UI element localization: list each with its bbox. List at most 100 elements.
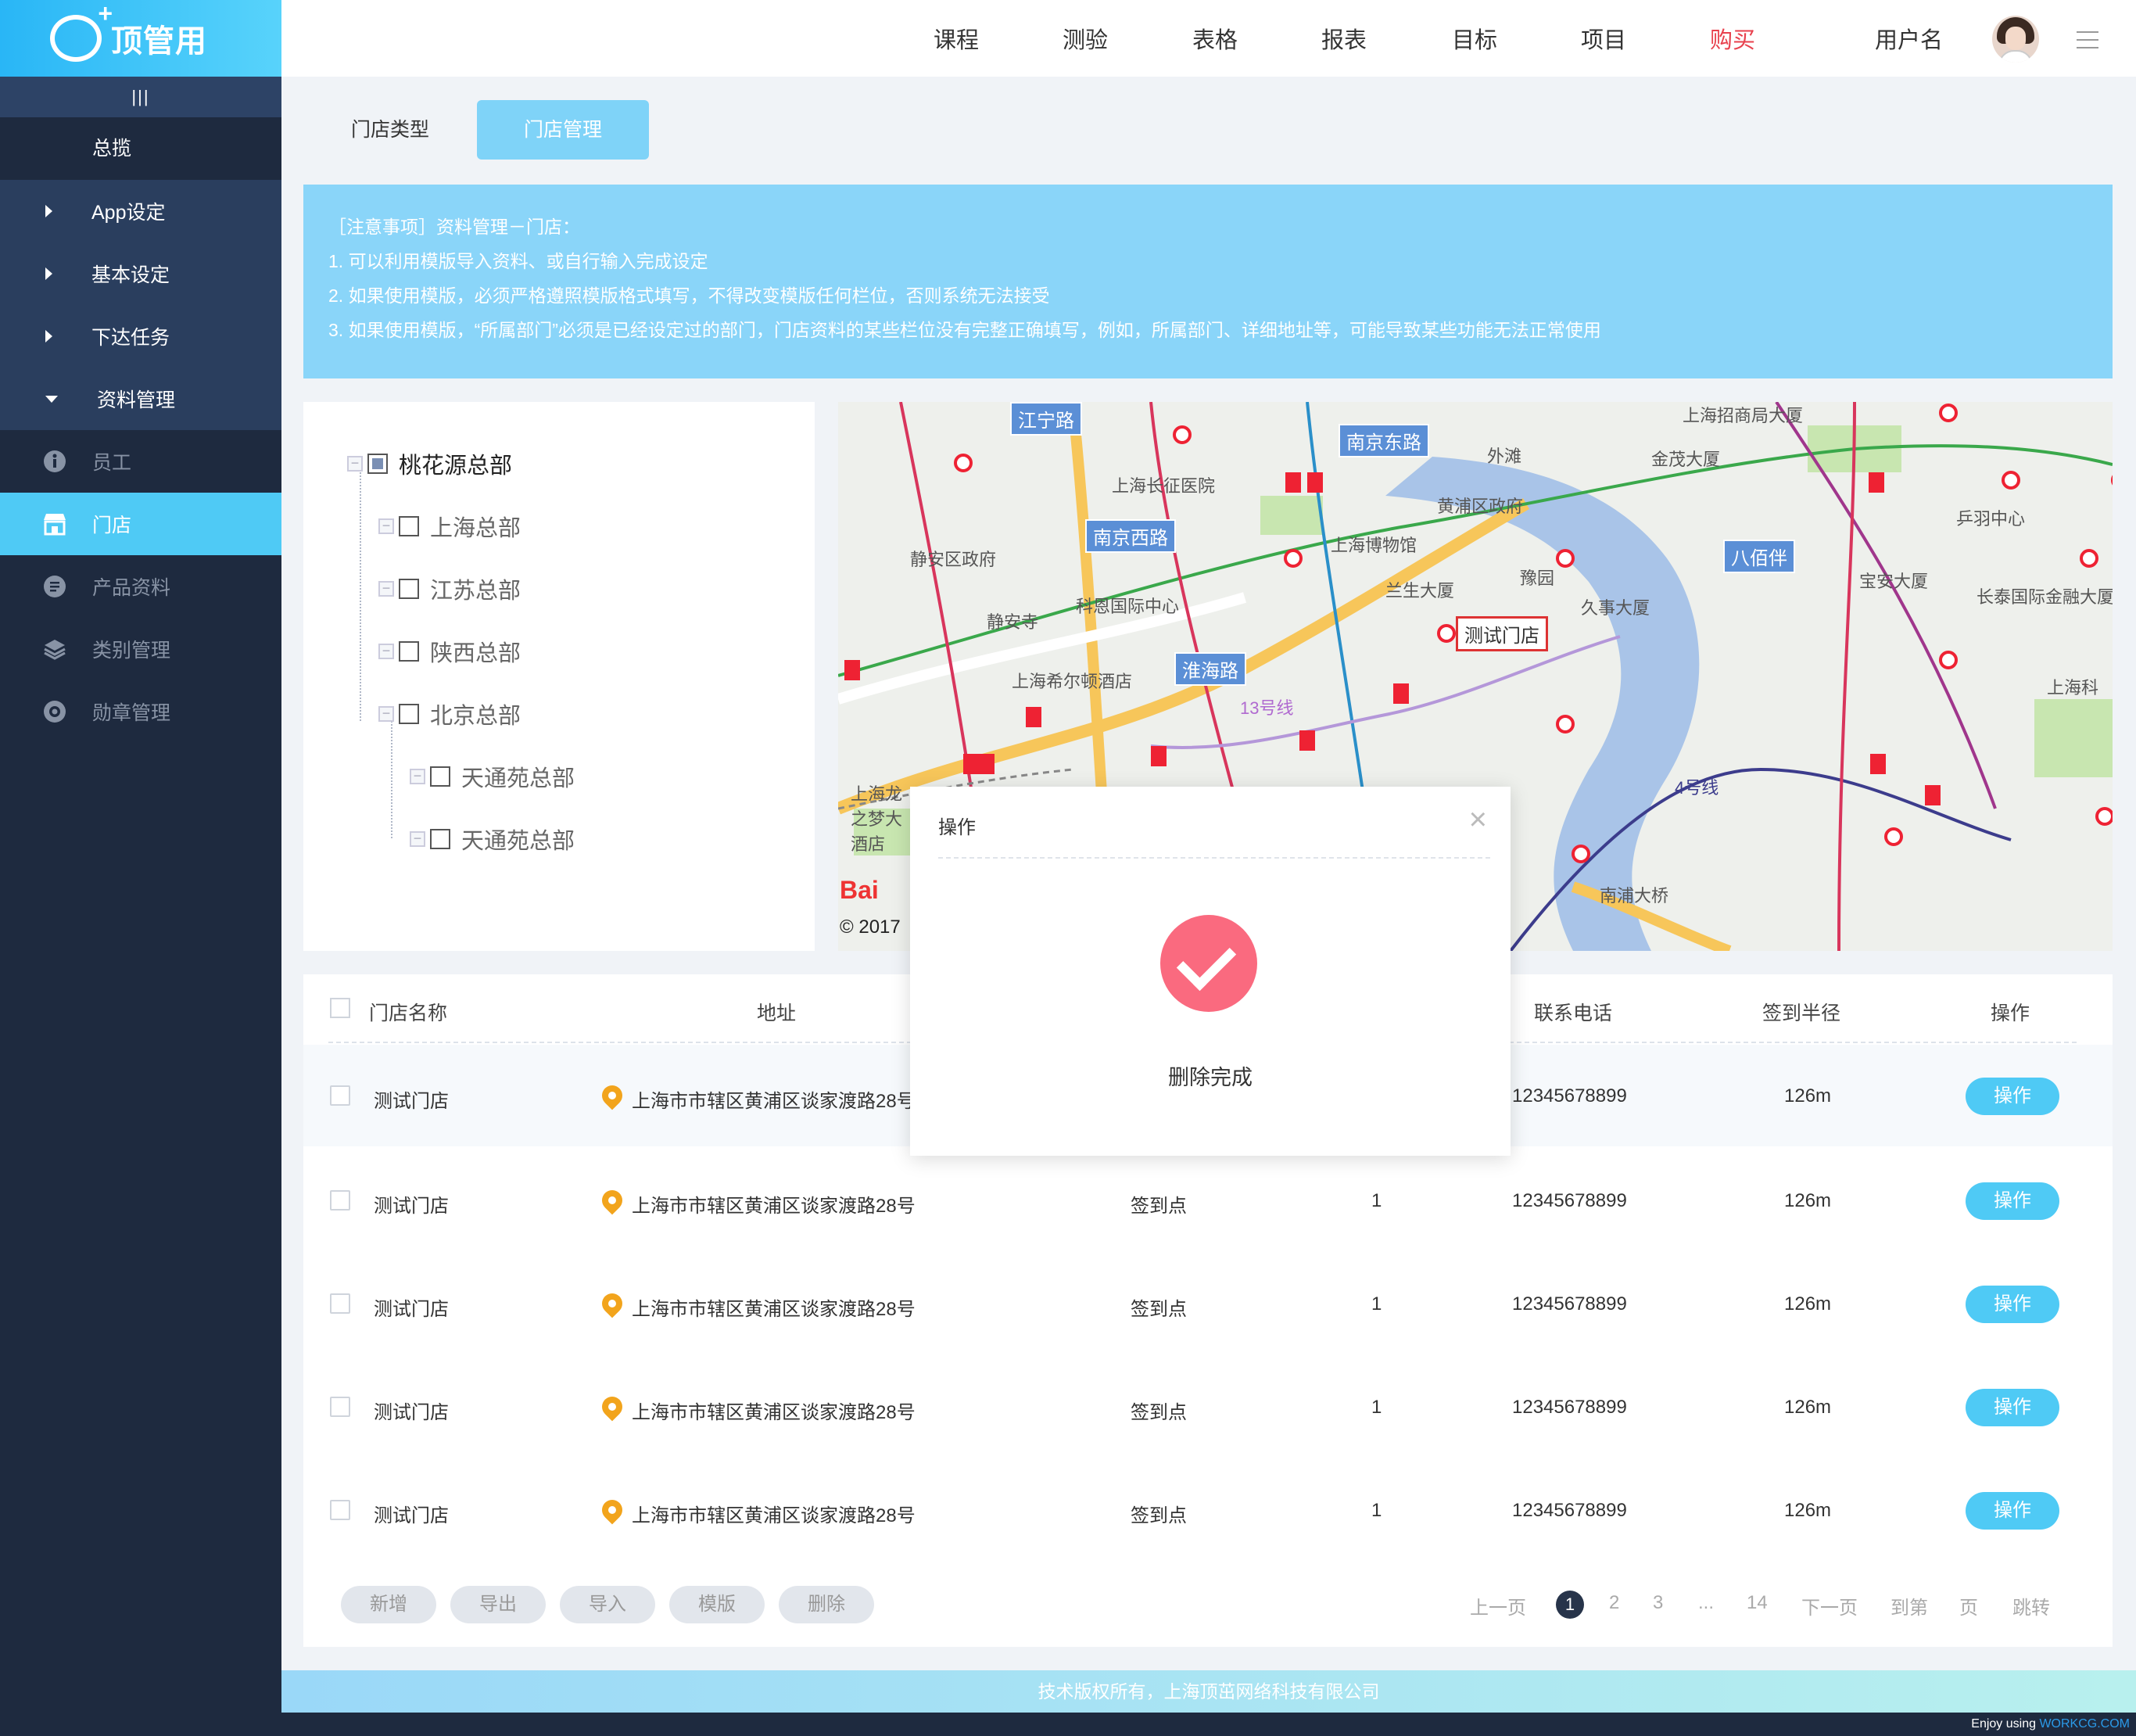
select-all-checkbox[interactable] <box>330 998 350 1018</box>
sidebar-item-label: 员工 <box>92 452 132 474</box>
tab-store-type[interactable]: 门店类型 <box>324 100 457 160</box>
logo[interactable]: 顶管用 <box>0 0 281 77</box>
tree-connector <box>391 721 392 838</box>
row-checkbox[interactable] <box>330 1085 350 1106</box>
sidebar-item-categories[interactable]: 类别管理 <box>0 618 281 680</box>
sidebar-item-staff[interactable]: 员工 <box>0 430 281 493</box>
department-tree <box>303 402 815 951</box>
import-button[interactable]: 导入 <box>560 1586 655 1623</box>
row-checkbox[interactable] <box>330 1293 350 1314</box>
pagination-ellipsis: ... <box>1698 1592 1715 1613</box>
pagination-page-unit: 页 <box>1959 1598 1978 1619</box>
table-row[interactable] <box>303 1459 2113 1561</box>
tree-node[interactable]: − 江苏总部 <box>378 572 521 605</box>
pagination-jump-button[interactable]: 跳转 <box>2012 1592 2050 1619</box>
tree-checkbox[interactable] <box>399 641 419 662</box>
map-station-label: 江宁路 <box>1010 402 1082 436</box>
nav-quizzes[interactable]: 测验 <box>1063 0 1108 77</box>
sidebar-item-label: 勋章管理 <box>92 702 171 724</box>
sidebar-collapse-toggle[interactable]: ||| <box>0 77 281 117</box>
sidebar-item-store[interactable]: 门店 <box>0 493 281 555</box>
sidebar-item-overview[interactable]: 总揽 <box>0 117 281 180</box>
pagination-page[interactable]: 2 <box>1609 1592 1619 1614</box>
table-row[interactable] <box>303 1253 2113 1354</box>
collapse-icon[interactable]: − <box>378 706 394 722</box>
collapse-icon[interactable]: − <box>378 581 394 597</box>
nav-courses[interactable]: 课程 <box>934 0 979 77</box>
collapse-icon[interactable]: − <box>410 831 425 847</box>
pagination-page[interactable]: 3 <box>1653 1592 1663 1614</box>
template-button[interactable]: 模版 <box>669 1586 765 1623</box>
collapse-icon[interactable]: − <box>347 456 363 472</box>
sidebar-group-data-management[interactable]: 资料管理 <box>0 368 281 430</box>
pagination-next[interactable]: 下一页 <box>1801 1592 1858 1619</box>
sidebar-group-app-settings[interactable]: App设定 <box>0 180 281 242</box>
sidebar-group-tasks[interactable]: 下达任务 <box>0 305 281 368</box>
metro-exit-icon <box>1026 707 1041 727</box>
map-poi-label: 乒羽中心 <box>1956 509 2026 529</box>
nav-reports[interactable]: 报表 <box>1321 0 1367 77</box>
cell-count: 1 <box>1371 1190 1382 1211</box>
metro-exit-icon <box>1870 754 1886 774</box>
add-button[interactable]: 新增 <box>341 1586 436 1623</box>
row-action-button[interactable]: 操作 <box>1966 1078 2059 1115</box>
sidebar-item-products[interactable]: 产品资料 <box>0 555 281 618</box>
row-checkbox[interactable] <box>330 1190 350 1211</box>
collapse-icon[interactable]: − <box>378 644 394 659</box>
tree-node-label: 上海总部 <box>430 516 521 541</box>
cell-store-name: 测试门店 <box>374 1091 449 1112</box>
row-checkbox[interactable] <box>330 1500 350 1520</box>
row-action-button[interactable]: 操作 <box>1966 1389 2059 1426</box>
tree-node-root[interactable]: − 桃花源总部 <box>347 447 512 480</box>
tree-checkbox[interactable] <box>399 516 419 536</box>
tree-node[interactable]: − 上海总部 <box>378 510 521 543</box>
tree-node[interactable]: − 天通苑总部 <box>410 823 575 855</box>
nav-goals[interactable]: 目标 <box>1452 0 1497 77</box>
tree-checkbox[interactable] <box>399 704 419 724</box>
tree-checkbox[interactable] <box>430 766 450 787</box>
document-icon <box>42 574 67 599</box>
metro-station-icon <box>2080 549 2098 568</box>
hamburger-menu-icon[interactable] <box>2077 31 2098 55</box>
pagination-current-page[interactable]: 1 <box>1556 1591 1584 1619</box>
tree-node[interactable]: − 陕西总部 <box>378 635 521 668</box>
row-checkbox[interactable] <box>330 1397 350 1417</box>
pagination-page[interactable]: 14 <box>1747 1592 1768 1614</box>
map-poi-label: 久事大厦 <box>1581 598 1650 618</box>
sidebar-group-label: 下达任务 <box>91 327 170 349</box>
map-poi-label: 上海科 <box>2047 678 2099 698</box>
tree-node[interactable]: − 北京总部 <box>378 698 521 730</box>
map-store-marker[interactable]: 测试门店 <box>1456 616 1548 651</box>
map-poi-label: 豫园 <box>1520 569 1555 588</box>
collapse-icon[interactable]: − <box>378 518 394 534</box>
map-line-label: 13号线 <box>1240 698 1294 718</box>
metro-station-icon <box>2002 471 2020 490</box>
tree-node-label: 天通苑总部 <box>461 766 575 791</box>
export-button[interactable]: 导出 <box>450 1586 546 1623</box>
tree-checkbox[interactable] <box>399 579 419 599</box>
nav-purchase[interactable]: 购买 <box>1710 0 1755 77</box>
avatar-body <box>1998 50 2033 63</box>
tree-checkbox[interactable] <box>430 829 450 849</box>
row-action-button[interactable]: 操作 <box>1966 1286 2059 1323</box>
sidebar-item-medals[interactable]: 勋章管理 <box>0 680 281 743</box>
row-action-button[interactable]: 操作 <box>1966 1492 2059 1530</box>
avatar-face <box>2005 27 2026 50</box>
column-header-radius: 签到半径 <box>1762 1003 1841 1024</box>
tab-store-management[interactable]: 门店管理 <box>477 100 649 160</box>
collapse-icon[interactable]: − <box>410 769 425 784</box>
table-row[interactable] <box>303 1150 2113 1251</box>
sidebar-group-label: 基本设定 <box>91 264 170 286</box>
nav-forms[interactable]: 表格 <box>1192 0 1238 77</box>
pagination-prev[interactable]: 上一页 <box>1470 1592 1526 1619</box>
user-name[interactable]: 用户名 <box>1875 0 1943 81</box>
table-row[interactable] <box>303 1356 2113 1458</box>
nav-projects[interactable]: 项目 <box>1581 0 1626 77</box>
tree-node[interactable]: − 天通苑总部 <box>410 760 575 793</box>
close-icon[interactable]: × <box>1469 802 1487 838</box>
sidebar-group-basic-settings[interactable]: 基本设定 <box>0 242 281 305</box>
avatar[interactable] <box>1992 16 2039 63</box>
tree-checkbox[interactable] <box>367 454 388 474</box>
delete-button[interactable]: 删除 <box>779 1586 874 1623</box>
row-action-button[interactable]: 操作 <box>1966 1182 2059 1220</box>
